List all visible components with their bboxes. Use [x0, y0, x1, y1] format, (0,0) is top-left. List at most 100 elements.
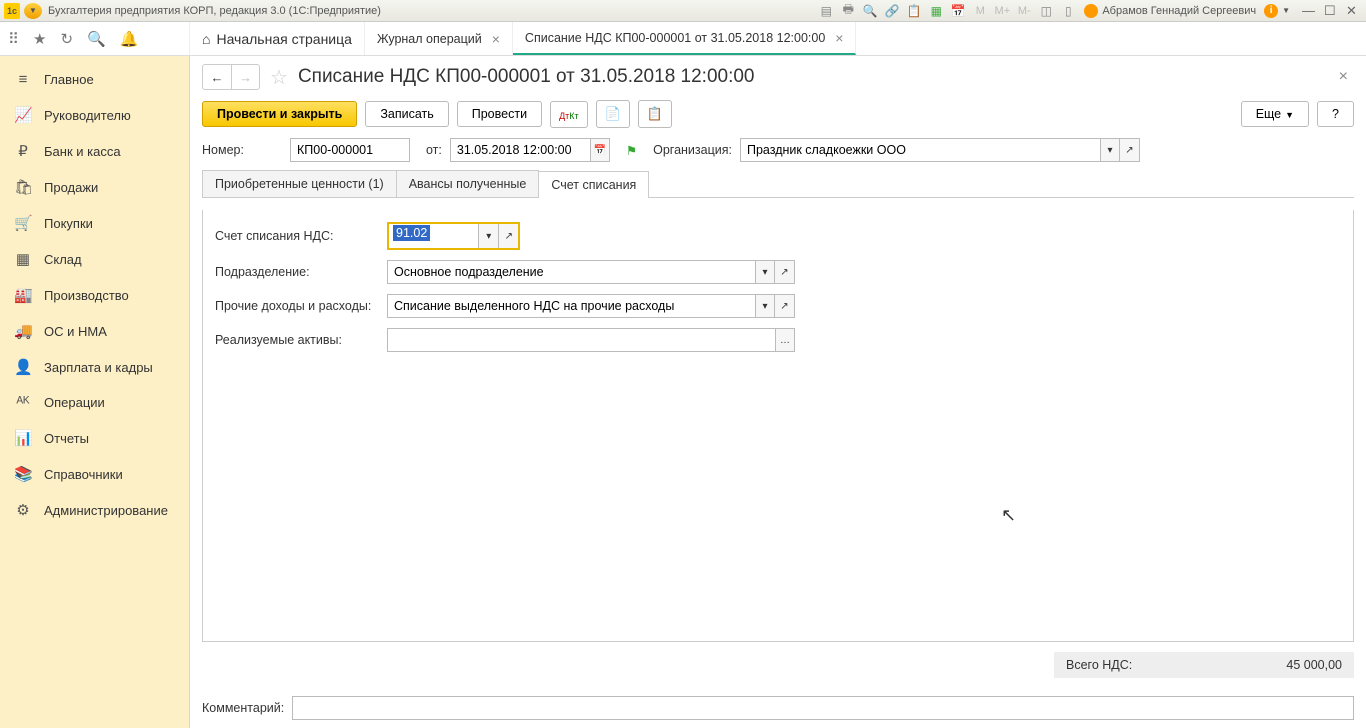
boxes-icon: ▦: [14, 250, 32, 268]
dropdown-button[interactable]: ▾: [1100, 138, 1120, 162]
assets-input[interactable]: [387, 328, 775, 352]
org-input[interactable]: [740, 138, 1100, 162]
sidebar-item-label: Зарплата и кадры: [44, 360, 153, 375]
info-dropdown[interactable]: ▼: [1282, 6, 1290, 15]
sidebar-item-label: Справочники: [44, 467, 123, 482]
m-minus-button[interactable]: M-: [1016, 3, 1032, 19]
tab-writeoff[interactable]: Списание НДС КП00-000001 от 31.05.2018 1…: [513, 22, 857, 55]
app-menu-dropdown[interactable]: ▼: [24, 3, 42, 19]
search-icon[interactable]: 🔍: [87, 30, 106, 48]
calendar-button[interactable]: 📅: [590, 138, 610, 162]
clipboard-icon[interactable]: 📋: [906, 3, 922, 19]
star-icon[interactable]: ★: [33, 30, 46, 48]
open-button[interactable]: ↗: [775, 260, 795, 284]
document-icon-button[interactable]: 📄: [596, 100, 630, 128]
sidebar-item-purchases[interactable]: 🛒Покупки: [0, 205, 189, 241]
back-button[interactable]: ←: [203, 65, 231, 89]
calendar-icon[interactable]: 📅: [950, 3, 966, 19]
sidebar-item-sales[interactable]: 🛍 Продажи: [0, 169, 189, 205]
content-area: ← → ☆ Списание НДС КП00-000001 от 31.05.…: [190, 56, 1366, 728]
dropdown-button[interactable]: ▾: [478, 224, 498, 248]
tab-writeoff-account[interactable]: Счет списания: [538, 171, 649, 198]
user-block[interactable]: Абрамов Геннадий Сергеевич: [1084, 4, 1256, 18]
info-icon[interactable]: i: [1264, 4, 1278, 18]
sidebar-item-catalogs[interactable]: 📚 Справочники: [0, 456, 189, 492]
m-plus-button[interactable]: M+: [994, 3, 1010, 19]
panel-icon[interactable]: ▯: [1060, 3, 1076, 19]
dropdown-button[interactable]: ▾: [755, 294, 775, 318]
dt-kt-button[interactable]: ДтКт: [550, 101, 588, 128]
account-input[interactable]: 91.02: [393, 225, 430, 241]
bell-icon[interactable]: 🔔: [120, 30, 139, 48]
apps-icon[interactable]: ⠿: [8, 30, 19, 48]
close-icon[interactable]: ×: [492, 31, 500, 47]
open-button[interactable]: ↗: [498, 224, 518, 248]
sidebar-item-bank[interactable]: ₽Банк и касса: [0, 133, 189, 169]
maximize-button[interactable]: ☐: [1324, 3, 1340, 19]
flag-icon[interactable]: ⚑: [626, 143, 637, 158]
number-input[interactable]: [290, 138, 410, 162]
other-input[interactable]: [387, 294, 755, 318]
save-button[interactable]: Записать: [365, 101, 448, 127]
sidebar-item-salary[interactable]: 👤Зарплата и кадры: [0, 349, 189, 385]
tab-advances[interactable]: Авансы полученные: [396, 170, 540, 197]
post-and-close-button[interactable]: Провести и закрыть: [202, 101, 357, 127]
list-icon-button[interactable]: 📋: [638, 100, 672, 128]
preview-icon[interactable]: 🔍: [862, 3, 878, 19]
footer-row: Всего НДС: 45 000,00: [202, 652, 1354, 678]
open-button[interactable]: ↗: [775, 294, 795, 318]
ellipsis-button[interactable]: …: [775, 328, 795, 352]
open-button[interactable]: ↗: [1120, 138, 1140, 162]
post-button[interactable]: Провести: [457, 101, 542, 127]
org-input-group: ▾ ↗: [740, 138, 1140, 162]
dropdown-button[interactable]: ▾: [755, 260, 775, 284]
books-icon: 📚: [14, 465, 32, 483]
account-row: Счет списания НДС: 91.02 ▾ ↗: [215, 222, 1341, 250]
tab-journal[interactable]: Журнал операций ×: [365, 22, 513, 55]
favorite-star-icon[interactable]: ☆: [270, 65, 288, 90]
window-title: Бухгалтерия предприятия КОРП, редакция 3…: [48, 5, 818, 17]
bag-icon: 🛍: [14, 178, 32, 196]
chart-icon: 📈: [14, 106, 32, 124]
account-label: Счет списания НДС:: [215, 229, 387, 243]
history-icon[interactable]: ↻: [60, 30, 73, 48]
page-close-button[interactable]: ×: [1333, 68, 1354, 86]
dept-input[interactable]: [387, 260, 755, 284]
sidebar-item-operations[interactable]: ᴬᴷОперации: [0, 385, 189, 420]
sidebar-item-warehouse[interactable]: ▦Склад: [0, 241, 189, 277]
assets-label: Реализуемые активы:: [215, 333, 387, 347]
titlebar-tools: ▤ 🖶 🔍 🔗 📋 ▦ 📅 M M+ M- ◫ ▯: [818, 3, 1076, 19]
link-icon[interactable]: 🔗: [884, 3, 900, 19]
more-button[interactable]: Еще▼: [1241, 101, 1309, 127]
tab-home[interactable]: ⌂ Начальная страница: [190, 22, 365, 55]
close-icon[interactable]: ×: [835, 30, 843, 46]
action-toolbar: Провести и закрыть Записать Провести ДтК…: [202, 100, 1354, 128]
sidebar-item-admin[interactable]: ⚙Администрирование: [0, 492, 189, 528]
date-input[interactable]: [450, 138, 590, 162]
print-icon[interactable]: 🖶: [840, 3, 856, 19]
close-button[interactable]: ✕: [1346, 3, 1362, 19]
calc-icon[interactable]: ▦: [928, 3, 944, 19]
tab-writeoff-label: Списание НДС КП00-000001 от 31.05.2018 1…: [525, 31, 825, 45]
page-title: Списание НДС КП00-000001 от 31.05.2018 1…: [298, 66, 755, 88]
comment-input[interactable]: [292, 696, 1354, 720]
sidebar-item-assets[interactable]: 🚚ОС и НМА: [0, 313, 189, 349]
help-button[interactable]: ?: [1317, 101, 1354, 127]
grid-icon[interactable]: ▤: [818, 3, 834, 19]
m-button[interactable]: M: [972, 3, 988, 19]
other-input-group: ▾ ↗: [387, 294, 795, 318]
writeoff-form: Счет списания НДС: 91.02 ▾ ↗ Подразделен…: [202, 210, 1354, 642]
window-icon[interactable]: ◫: [1038, 3, 1054, 19]
dept-row: Подразделение: ▾ ↗: [215, 260, 1341, 284]
page-header: ← → ☆ Списание НДС КП00-000001 от 31.05.…: [202, 64, 1354, 90]
sidebar-item-reports[interactable]: 📊Отчеты: [0, 420, 189, 456]
sidebar-item-label: Продажи: [44, 180, 98, 195]
sidebar-item-manager[interactable]: 📈Руководителю: [0, 97, 189, 133]
sidebar-item-label: Главное: [44, 72, 94, 87]
forward-button[interactable]: →: [231, 65, 259, 89]
doc-header-row: Номер: от: 📅 ⚑ Организация: ▾ ↗: [202, 138, 1354, 162]
sidebar-item-main[interactable]: ≡Главное: [0, 62, 189, 97]
sidebar-item-production[interactable]: 🏭Производство: [0, 277, 189, 313]
minimize-button[interactable]: —: [1302, 3, 1318, 19]
tab-values[interactable]: Приобретенные ценности (1): [202, 170, 397, 197]
